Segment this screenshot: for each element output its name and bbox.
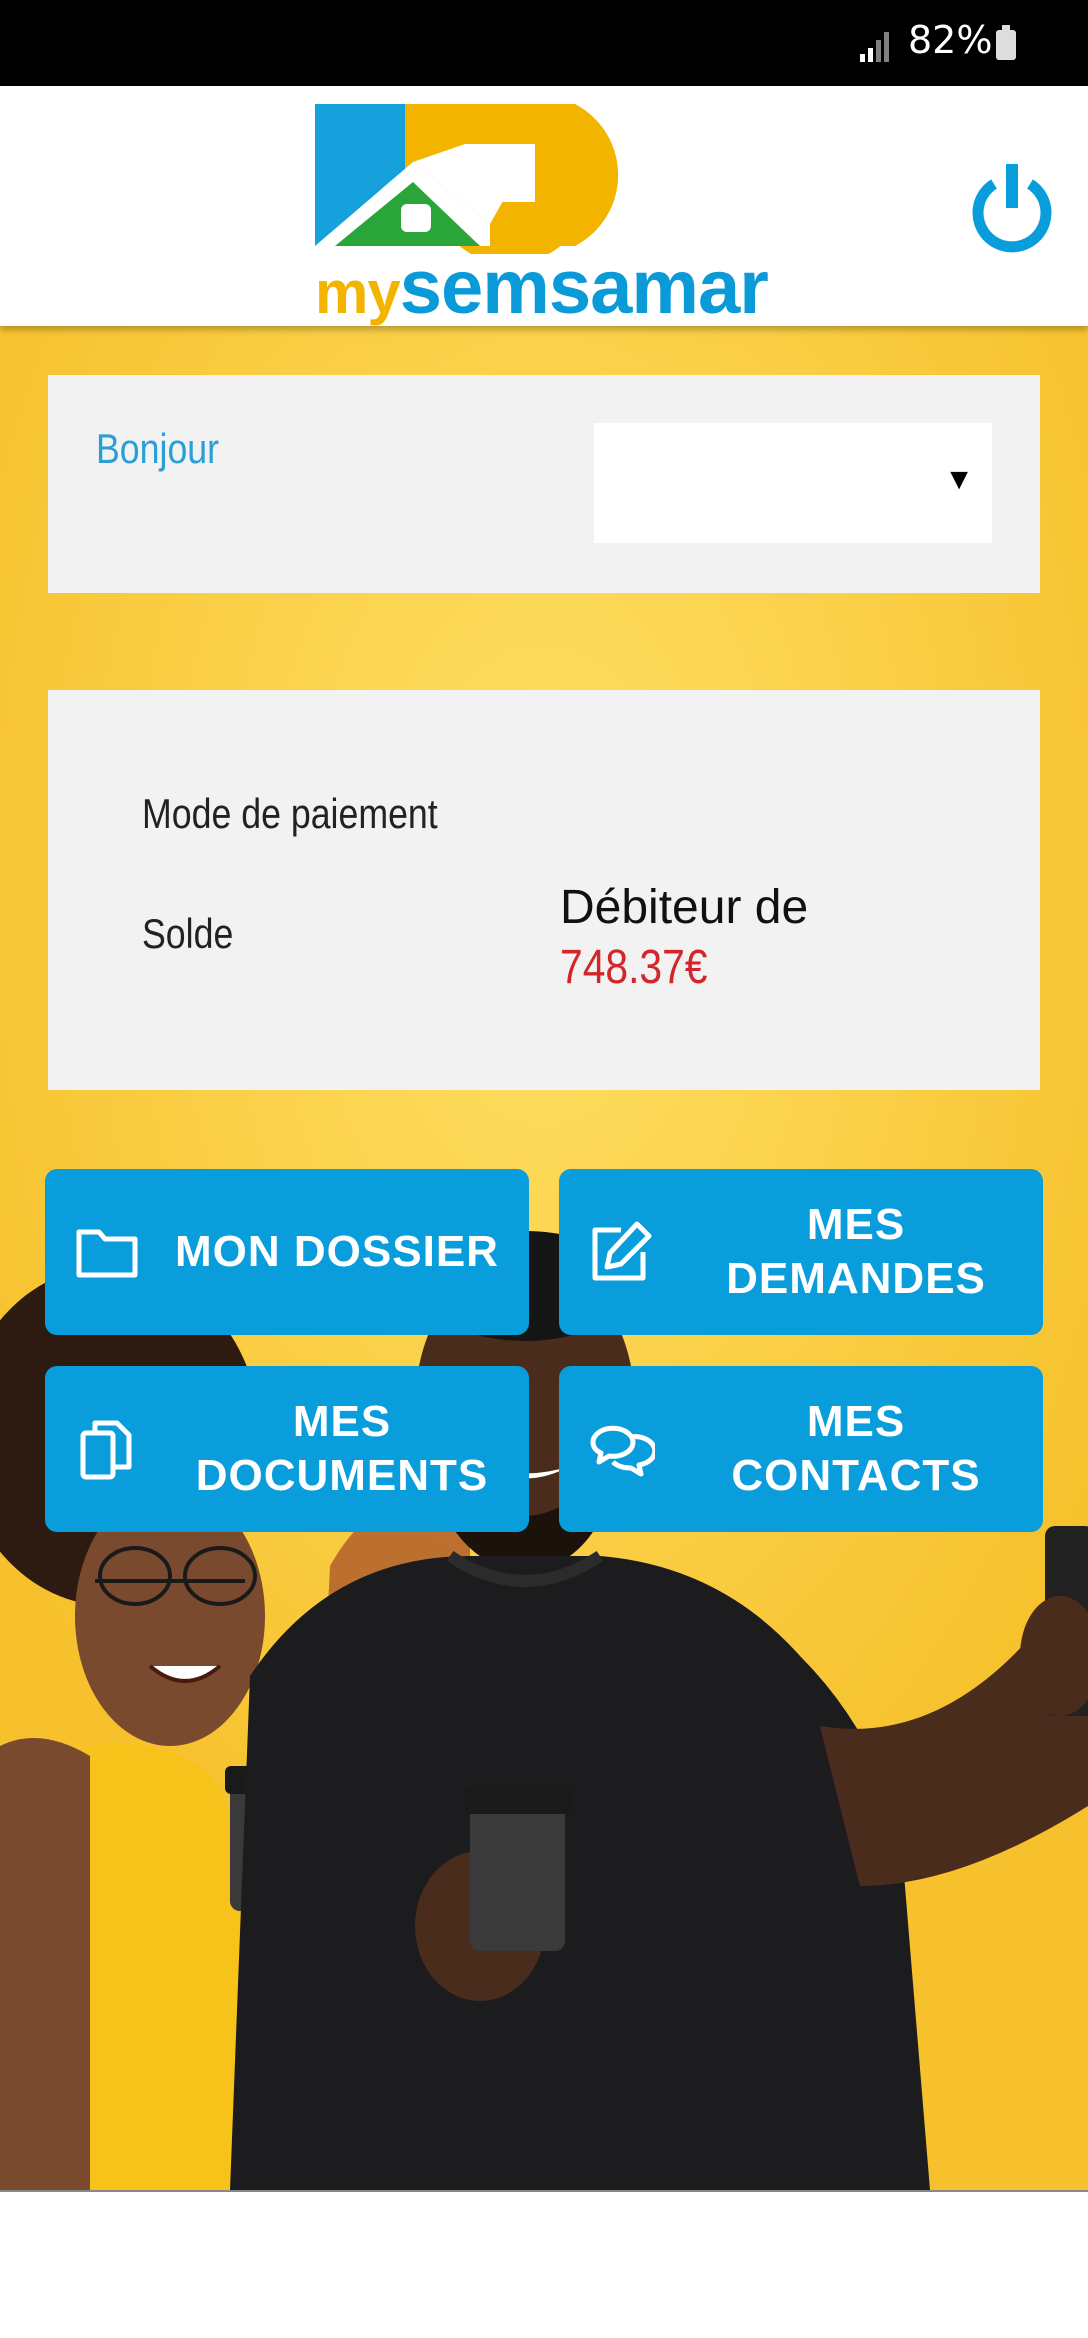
greeting-card: Bonjour ▼ xyxy=(48,375,1040,593)
logo-prefix: my xyxy=(315,259,401,326)
greeting-label: Bonjour xyxy=(96,425,220,472)
payment-mode-label: Mode de paiement xyxy=(142,790,438,837)
logo-house-icon xyxy=(315,82,619,264)
account-select[interactable]: ▼ xyxy=(594,423,992,543)
battery-percentage: 82% xyxy=(908,18,993,62)
folder-icon xyxy=(76,1229,138,1278)
balance-label: Solde xyxy=(142,910,234,957)
chat-icon xyxy=(590,1425,655,1477)
logout-button[interactable] xyxy=(966,162,1058,254)
mes-demandes-label: MES DEMANDES xyxy=(726,1200,986,1303)
mon-dossier-button[interactable]: MON DOSSIER xyxy=(45,1169,529,1335)
battery-icon xyxy=(996,25,1016,60)
mes-demandes-button[interactable]: MES DEMANDES xyxy=(559,1169,1043,1335)
mes-contacts-label: MES CONTACTS xyxy=(731,1397,981,1500)
dropdown-arrow-icon: ▼ xyxy=(944,463,974,496)
account-summary-card: Mode de paiement Solde Débiteur de 748.3… xyxy=(48,690,1040,1090)
mes-contacts-button[interactable]: MES CONTACTS xyxy=(559,1366,1043,1532)
edit-icon xyxy=(592,1221,652,1281)
balance-status: Débiteur de xyxy=(560,881,809,934)
mon-dossier-label: MON DOSSIER xyxy=(175,1227,499,1276)
app-header: mysemsamar xyxy=(0,82,1088,330)
app-logo: mysemsamar xyxy=(315,82,775,330)
balance-amount: 748.37€ xyxy=(560,941,708,994)
documents-icon xyxy=(80,1420,132,1480)
mes-documents-label: MES DOCUMENTS xyxy=(195,1397,489,1500)
mes-documents-button[interactable]: MES DOCUMENTS xyxy=(45,1366,529,1532)
power-icon xyxy=(972,164,1052,253)
status-bar: 82% xyxy=(0,0,1088,86)
bottom-area xyxy=(0,2190,1088,2338)
logo-wordmark: mysemsamar xyxy=(315,244,769,331)
signal-icon xyxy=(860,30,894,62)
logo-brand: semsamar xyxy=(399,245,769,330)
